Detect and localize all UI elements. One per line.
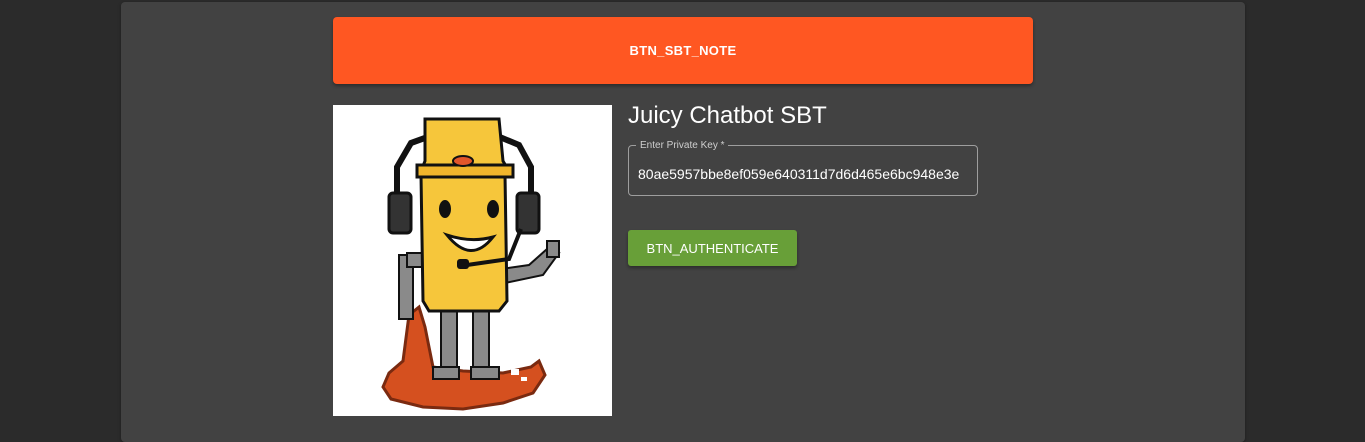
juicy-chatbot-mascot-icon bbox=[381, 117, 561, 411]
juicy-chatbot-image bbox=[333, 105, 612, 416]
private-key-field[interactable]: Enter Private Key * bbox=[628, 140, 978, 196]
authenticate-button[interactable]: BTN_AUTHENTICATE bbox=[628, 230, 797, 266]
sbt-title: Juicy Chatbot SBT bbox=[628, 102, 827, 129]
private-key-input[interactable] bbox=[638, 164, 970, 184]
private-key-label: Enter Private Key * bbox=[636, 140, 729, 151]
sbt-note-button[interactable]: BTN_SBT_NOTE bbox=[333, 17, 1033, 84]
